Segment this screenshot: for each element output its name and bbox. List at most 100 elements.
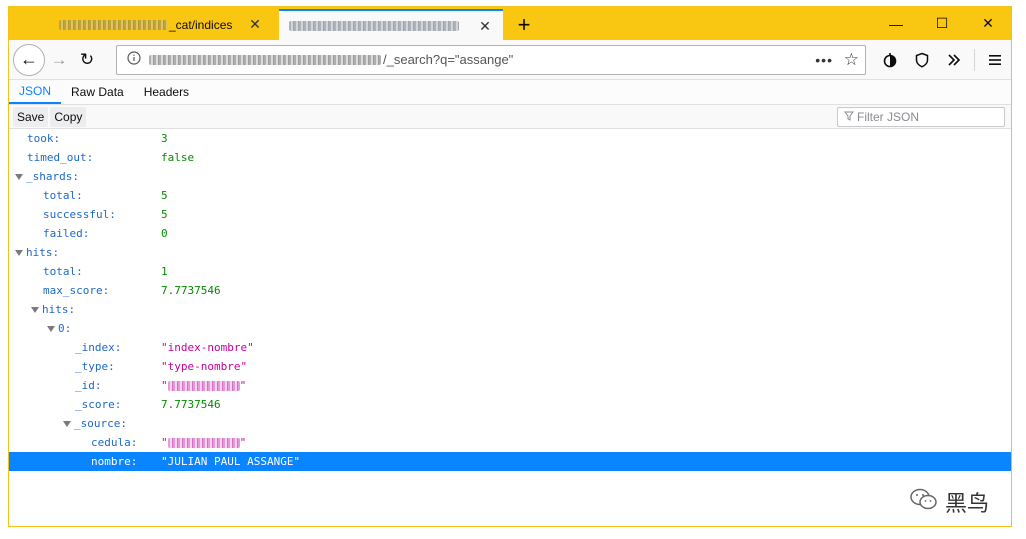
filter-funnel-icon <box>844 111 854 124</box>
redacted-tab-title <box>289 20 459 31</box>
json-value: 3 <box>161 132 168 145</box>
back-arrow-icon: ← <box>20 49 38 69</box>
json-tree: took: 3 timed_out: false _shards: total: 5 succ… <box>9 129 1011 471</box>
tab-search[interactable]: ✕ <box>279 9 503 40</box>
new-tab-button[interactable]: + <box>509 9 539 40</box>
json-key: max_score: <box>43 284 109 297</box>
json-key: nombre: <box>91 455 137 468</box>
shield-icon[interactable] <box>906 46 938 74</box>
json-key-text: total: <box>43 189 83 202</box>
json-tree-row[interactable]: hits: <box>9 300 1011 319</box>
json-tree-row[interactable]: _index: "index-nombre" <box>9 338 1011 357</box>
json-key: successful: <box>43 208 116 221</box>
json-key-text: failed: <box>43 227 90 240</box>
json-toolbar: Save Copy Filter JSON <box>9 105 1011 129</box>
json-value-text: 1 <box>161 265 168 278</box>
copy-button[interactable]: Copy <box>50 106 87 127</box>
json-key-text: nombre: <box>91 455 138 468</box>
expand-twisty-icon[interactable] <box>31 307 39 313</box>
json-tree-row[interactable]: max_score: 7.7737546 <box>9 281 1011 300</box>
json-tree-row[interactable]: cedula: " " <box>9 433 1011 452</box>
json-key: _source: <box>63 417 127 430</box>
json-value: "type-nombre" <box>161 360 247 373</box>
container-icon[interactable] <box>874 46 906 74</box>
json-key-text: max_score: <box>43 284 110 297</box>
tab-label: _cat/indices <box>169 17 233 32</box>
json-tree-row[interactable]: nombre: "JULIAN PAUL ASSANGE" <box>9 452 1011 471</box>
json-value: 5 <box>161 208 168 221</box>
reload-icon: ↻ <box>79 49 95 69</box>
json-key-text: total: <box>43 265 83 278</box>
json-tree-row[interactable]: _score: 7.7737546 <box>9 395 1011 414</box>
tab-cat-indices[interactable]: _cat/indices ✕ <box>49 9 273 40</box>
toolbar-separator <box>974 48 975 71</box>
json-tree-row[interactable]: total: 1 <box>9 262 1011 281</box>
minimize-button[interactable]: — <box>873 7 919 40</box>
json-key: timed_out: <box>27 151 93 164</box>
close-tab-icon[interactable]: ✕ <box>247 16 263 33</box>
expand-twisty-icon[interactable] <box>47 326 55 332</box>
json-key-text: successful: <box>43 208 116 221</box>
json-value-text: "index-nombre" <box>161 341 254 354</box>
json-tree-row[interactable]: _source: <box>9 414 1011 433</box>
tab-bar: _cat/indices ✕ ✕ + — ☐ ✕ <box>9 7 1011 40</box>
tab-json[interactable]: JSON <box>9 79 62 104</box>
close-tab-icon[interactable]: ✕ <box>477 18 493 35</box>
json-value-text: "type-nombre" <box>161 360 248 373</box>
json-key-text: timed_out: <box>27 151 94 164</box>
redacted-url-host <box>149 54 381 65</box>
overflow-chevron-icon[interactable] <box>938 46 970 74</box>
navigation-bar: ← → ↻ /_search?q="assange" ••• ☆ <box>9 40 1011 80</box>
json-key-text: _shards: <box>26 170 79 183</box>
json-viewer-tabs: JSON Raw Data Headers <box>9 80 1011 105</box>
json-tree-row[interactable]: failed: 0 <box>9 224 1011 243</box>
json-tree-row[interactable]: took: 3 <box>9 129 1011 148</box>
page-actions-icon[interactable]: ••• <box>815 52 833 68</box>
json-key-text: _index: <box>75 341 122 354</box>
tab-headers[interactable]: Headers <box>134 79 199 104</box>
bookmark-star-icon[interactable]: ☆ <box>844 50 859 70</box>
expand-twisty-icon[interactable] <box>63 421 71 427</box>
json-key-text: _id: <box>75 379 102 392</box>
filter-json-input[interactable]: Filter JSON <box>837 107 1005 127</box>
watermark: 黑鸟 <box>909 486 989 518</box>
json-value: 5 <box>161 189 168 202</box>
json-key: _shards: <box>15 170 79 183</box>
json-value-text: 7.7737546 <box>161 398 221 411</box>
json-value: 7.7737546 <box>161 398 221 411</box>
json-key: took: <box>27 132 60 145</box>
json-value-text: "JULIAN PAUL ASSANGE" <box>161 455 301 468</box>
json-tree-row[interactable]: hits: <box>9 243 1011 262</box>
json-tree-row[interactable]: _type: "type-nombre" <box>9 357 1011 376</box>
redacted-value <box>167 381 240 391</box>
close-window-button[interactable]: ✕ <box>965 7 1011 40</box>
redacted-value <box>167 438 240 448</box>
maximize-button[interactable]: ☐ <box>919 7 965 40</box>
json-value: 0 <box>161 227 168 240</box>
url-bar[interactable]: /_search?q="assange" ••• ☆ <box>116 44 866 75</box>
back-button[interactable]: ← <box>13 43 45 76</box>
hamburger-menu-icon[interactable] <box>979 46 1011 74</box>
json-key-text: cedula: <box>91 436 138 449</box>
expand-twisty-icon[interactable] <box>15 250 23 256</box>
json-value-text: " <box>161 379 168 392</box>
closing-quote: " <box>239 436 247 449</box>
json-key: _score: <box>75 398 121 411</box>
tab-raw-data[interactable]: Raw Data <box>61 79 134 104</box>
json-value: 7.7737546 <box>161 284 221 297</box>
reload-button[interactable]: ↻ <box>73 46 101 74</box>
info-icon[interactable] <box>121 51 147 68</box>
json-tree-row[interactable]: _id: " " <box>9 376 1011 395</box>
forward-button[interactable]: → <box>45 46 73 74</box>
json-tree-row[interactable]: timed_out: false <box>9 148 1011 167</box>
expand-twisty-icon[interactable] <box>15 174 23 180</box>
json-tree-row[interactable]: 0: <box>9 319 1011 338</box>
json-tree-row[interactable]: successful: 5 <box>9 205 1011 224</box>
watermark-text: 黑鸟 <box>944 492 989 517</box>
json-tree-row[interactable]: total: 5 <box>9 186 1011 205</box>
json-value: " " <box>161 436 246 449</box>
json-key: _index: <box>75 341 121 354</box>
json-key: hits: <box>15 246 59 259</box>
save-button[interactable]: Save <box>13 106 49 127</box>
json-tree-row[interactable]: _shards: <box>9 167 1011 186</box>
